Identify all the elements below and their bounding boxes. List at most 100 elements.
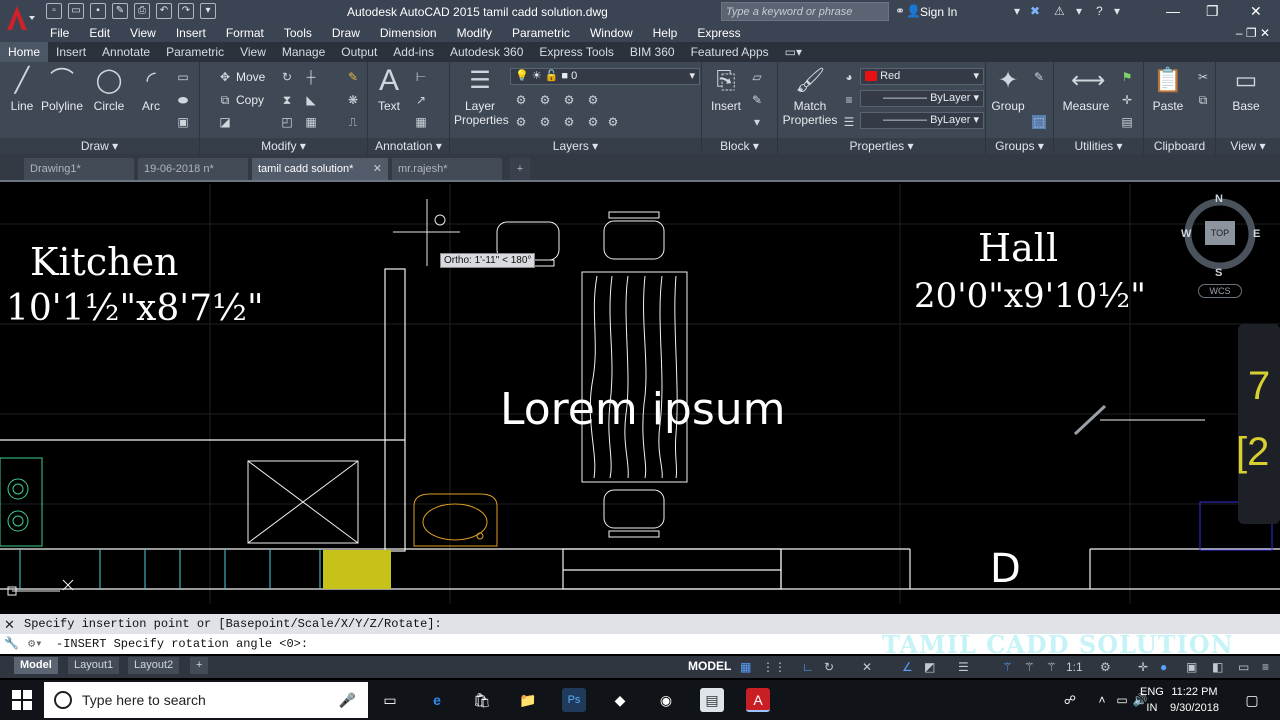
utilities-panel-title[interactable]: Utilities ▾ [1054,138,1143,154]
save-as-icon[interactable]: ✎ [112,3,128,19]
wrench-icon[interactable]: 🔧 [4,634,19,654]
explode-icon[interactable]: ❋ [346,93,360,107]
close-command-line-icon[interactable]: ✕ [4,617,15,633]
line-tool[interactable]: ╱ Line [6,66,38,113]
layout-tab-layout2[interactable]: Layout2 [128,657,180,674]
mirror-icon[interactable]: ⧗ [280,93,294,107]
annotation-panel-title[interactable]: Annotation ▾ [368,138,449,154]
chrome-icon[interactable]: ◉ [654,688,678,712]
layer-tool-icon[interactable]: ⚙ [538,115,552,129]
layout-tab-model[interactable]: Model [14,657,58,674]
table-icon[interactable]: ▦ [414,115,428,129]
a360-icon[interactable]: ⚠ [1054,4,1065,18]
compass-west[interactable]: W [1181,228,1191,240]
language-indicator[interactable]: ENG IN [1140,684,1164,716]
autocad-taskbar-icon[interactable]: A [746,688,770,712]
osnap-icon[interactable]: ✕ [862,660,872,674]
polar-icon[interactable]: ↻ [824,660,834,674]
trim-icon[interactable]: ┼ [304,70,318,84]
photoshop-icon[interactable]: Ps [562,688,586,712]
annotation-autoscale-icon[interactable]: ⚚ [1024,660,1035,674]
move-button[interactable]: Move [236,70,265,84]
compass-south[interactable]: S [1215,267,1222,279]
tab-view[interactable]: View [232,42,274,62]
annotation-monitor-icon[interactable]: ✛ [1138,660,1148,674]
action-center-icon[interactable]: ▢ [1240,688,1264,712]
fullscreen-icon[interactable]: ▭ [1238,660,1249,674]
ungroup-icon[interactable]: ✎ [1032,70,1046,84]
cut-icon[interactable]: ✂ [1196,70,1210,84]
array-icon[interactable]: ▦ [304,115,318,129]
stretch-icon[interactable]: ◪ [218,115,232,129]
menu-format[interactable]: Format [216,24,274,42]
file-explorer-icon[interactable]: 📁 [516,688,540,712]
create-block-icon[interactable]: ▱ [750,70,764,84]
circle-tool[interactable]: ◯ Circle [90,66,128,113]
help-search-input[interactable]: Type a keyword or phrase [721,2,889,21]
menu-parametric[interactable]: Parametric [502,24,580,42]
isolate-objects-icon[interactable]: ● [1160,660,1167,674]
print-icon[interactable]: ⎙ [134,3,150,19]
tab-express-tools[interactable]: Express Tools [531,42,621,62]
redo-icon[interactable]: ↷ [178,3,194,19]
dynamic-ucs-icon[interactable]: ◩ [924,660,935,674]
text-tool[interactable]: A Text [374,66,404,114]
menu-edit[interactable]: Edit [79,24,120,42]
add-layout-icon[interactable]: + [190,657,209,674]
layout-tab-layout1[interactable]: Layout1 [68,657,120,674]
annotation-scale-icon[interactable]: ⚚ [1046,660,1057,674]
close-tab-icon[interactable]: ✕ [373,158,382,180]
model-space-button[interactable]: MODEL [688,659,731,673]
layer-properties-button[interactable]: ☰ Layer Properties [454,66,509,127]
compass-north[interactable]: N [1215,193,1223,205]
tab-insert[interactable]: Insert [48,42,94,62]
layer-tool-icon[interactable]: ⚙ [606,115,620,129]
doc-tab-active[interactable]: tamil cadd solution* ✕ [252,158,388,180]
leader-icon[interactable]: ↗ [414,93,428,107]
taskbar-search-input[interactable]: Type here to search 🎤 [44,682,368,718]
match-properties-button[interactable]: 🖌 Match Properties [782,66,838,127]
menu-insert[interactable]: Insert [166,24,216,42]
offset-icon[interactable]: ⎍ [346,115,360,129]
tab-manage[interactable]: Manage [274,42,333,62]
clean-screen-icon[interactable]: ◧ [1212,660,1223,674]
copy-button[interactable]: Copy [236,93,264,107]
minimize-icon[interactable]: — [1166,3,1180,19]
viewcube[interactable]: N S E W TOP WCS [1180,193,1260,304]
menu-tools[interactable]: Tools [274,24,322,42]
layer-tool-icon[interactable]: ⚙ [562,115,576,129]
layer-tool-icon[interactable]: ⚙ [514,93,528,107]
restore-icon[interactable]: ❐ [1206,3,1219,20]
layer-tool-icon[interactable]: ⚙ [586,93,600,107]
menu-window[interactable]: Window [580,24,643,42]
groups-panel-title[interactable]: Groups ▾ [986,138,1053,154]
menu-view[interactable]: View [120,24,166,42]
application-menu-button[interactable] [0,0,40,42]
drawing-canvas[interactable]: Kitchen 10'1½"x8'7½" Hall 20'0"x9'10½" L… [0,184,1280,604]
help-icon[interactable]: ? [1096,4,1103,18]
rotate-icon[interactable]: ↻ [280,70,294,84]
color-dropdown[interactable]: Red ▾ [860,68,984,85]
region-icon[interactable]: ▣ [176,115,190,129]
viewcube-top-face[interactable]: TOP [1205,221,1235,245]
block-panel-title[interactable]: Block ▾ [702,138,777,154]
quick-select-icon[interactable]: ⚑ [1120,70,1134,84]
tab-output[interactable]: Output [333,42,385,62]
annotation-visibility-icon[interactable]: ⚚ [1002,660,1013,674]
navigation-bar[interactable] [1238,324,1280,524]
snap-icon[interactable]: ⋮⋮ [762,660,786,674]
save-icon[interactable]: ▪ [90,3,106,19]
document-window-controls[interactable]: – ❐ ✕ [1236,26,1270,40]
menu-file[interactable]: File [40,24,79,42]
task-view-icon[interactable]: ▭ [378,688,402,712]
lineweight-icon[interactable]: ☰ [958,660,969,674]
clipboard-panel-title[interactable]: Clipboard [1144,138,1215,154]
lineweight-icon[interactable]: ☰ [842,115,856,129]
app-icon[interactable]: ◆ [608,688,632,712]
polyline-tool[interactable]: ⌒ Polyline [40,66,84,113]
base-view-button[interactable]: ▭ Base [1230,66,1262,113]
rectangle-icon[interactable]: ▭ [176,70,190,84]
tab-autodesk-360[interactable]: Autodesk 360 [442,42,531,62]
ortho-icon[interactable]: ∟ [802,660,814,674]
lineweight-dropdown[interactable]: ———— ByLayer ▾ [860,112,984,129]
